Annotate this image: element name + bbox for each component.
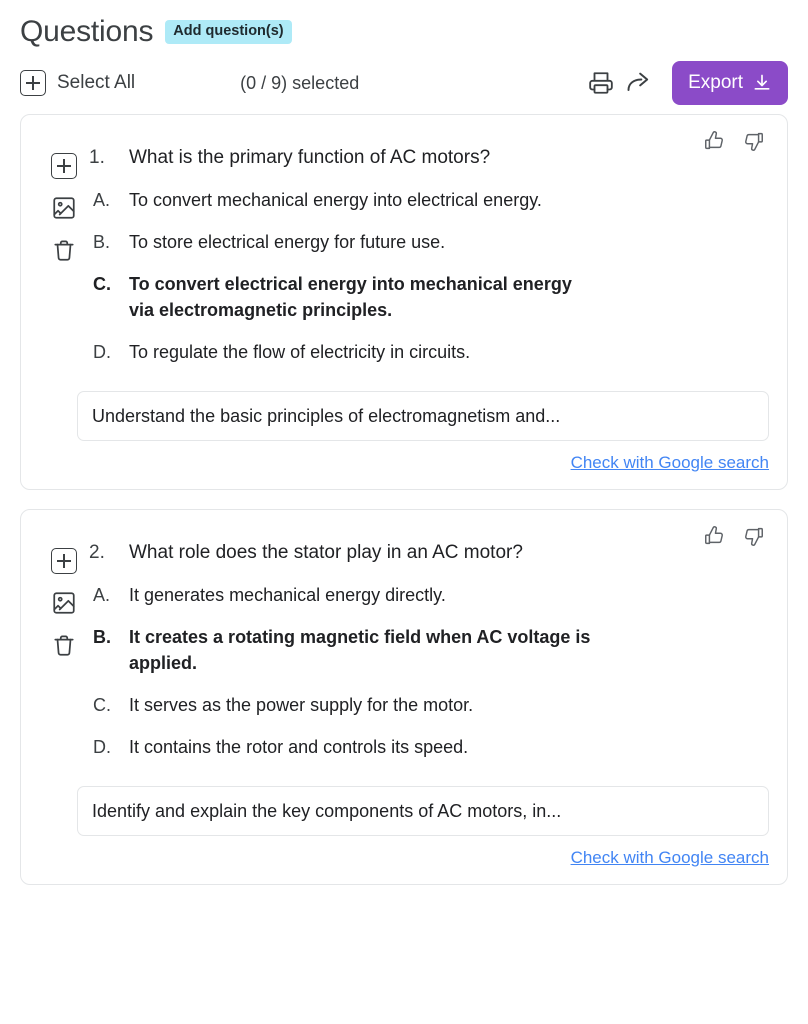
add-question-button[interactable] (51, 153, 77, 179)
option-text: It creates a rotating magnetic field whe… (129, 627, 591, 673)
card-content: 1. What is the primary function of AC mo… (39, 129, 769, 365)
option-letter: B. (93, 232, 111, 252)
thumbs-down-icon (745, 527, 763, 546)
page-header: Questions Add question(s) (0, 0, 808, 50)
option-row[interactable]: D. To regulate the flow of electricity i… (89, 339, 765, 365)
print-button[interactable] (584, 66, 618, 100)
thumbs-up-icon (705, 526, 723, 545)
option-row[interactable]: D. It contains the rotor and controls it… (89, 734, 765, 760)
plus-box-icon (51, 153, 77, 179)
question-body: 2. What role does the stator play in an … (89, 524, 769, 760)
option-row[interactable]: C. It serves as the power supply for the… (89, 692, 765, 718)
image-icon (53, 197, 75, 219)
question-line: 2. What role does the stator play in an … (89, 540, 765, 566)
check-with-google-link[interactable]: Check with Google search (571, 453, 769, 473)
option-text: To convert mechanical energy into electr… (129, 190, 542, 210)
plus-box-icon (51, 548, 77, 574)
question-card: 1. What is the primary function of AC mo… (20, 114, 788, 490)
thumbs-up-icon (705, 131, 723, 150)
option-text: To regulate the flow of electricity in c… (129, 342, 471, 362)
thumbs-up-button[interactable] (703, 525, 725, 547)
page-title: Questions (20, 15, 154, 48)
google-search-row: Check with Google search (39, 453, 769, 473)
card-side-actions (39, 524, 89, 760)
option-row-correct[interactable]: C. To convert electrical energy into mec… (89, 271, 765, 323)
add-image-button[interactable] (51, 590, 77, 616)
option-text: To convert electrical energy into mechan… (129, 274, 572, 320)
option-text: To store electrical energy for future us… (129, 232, 446, 252)
option-letter: C. (93, 274, 111, 294)
questions-list: 1. What is the primary function of AC mo… (0, 106, 808, 885)
google-search-row: Check with Google search (39, 848, 769, 868)
add-questions-badge[interactable]: Add question(s) (165, 20, 292, 44)
print-icon (589, 72, 613, 94)
add-image-button[interactable] (51, 195, 77, 221)
option-letter: D. (93, 342, 111, 362)
trash-icon (54, 635, 74, 656)
feedback-controls (703, 130, 765, 152)
option-row[interactable]: A. To convert mechanical energy into ele… (89, 187, 765, 213)
feedback-controls (703, 525, 765, 547)
option-text: It serves as the power supply for the mo… (129, 695, 474, 715)
option-row[interactable]: A. It generates mechanical energy direct… (89, 582, 765, 608)
delete-question-button[interactable] (51, 632, 77, 658)
option-text: It contains the rotor and controls its s… (129, 737, 469, 757)
question-number: 1. (89, 147, 105, 168)
export-label: Export (688, 72, 743, 93)
question-line: 1. What is the primary function of AC mo… (89, 145, 765, 171)
share-arrow-icon (627, 72, 649, 91)
question-text: What role does the stator play in an AC … (129, 542, 523, 563)
thumbs-down-icon (745, 132, 763, 151)
delete-question-button[interactable] (51, 237, 77, 263)
trash-icon (54, 240, 74, 261)
questions-toolbar: Select All (0 / 9) selected Export (0, 50, 808, 106)
question-hint[interactable]: Identify and explain the key components … (77, 786, 769, 836)
select-all-control[interactable]: Select All (20, 70, 135, 96)
thumbs-up-button[interactable] (703, 130, 725, 152)
question-body: 1. What is the primary function of AC mo… (89, 129, 769, 365)
download-icon (754, 74, 770, 90)
option-text: It generates mechanical energy directly. (129, 585, 446, 605)
select-all-label: Select All (57, 72, 136, 93)
option-row[interactable]: B. To store electrical energy for future… (89, 229, 765, 255)
question-hint[interactable]: Understand the basic principles of elect… (77, 391, 769, 441)
selected-count: (0 / 9) selected (240, 73, 360, 93)
option-row-correct[interactable]: B. It creates a rotating magnetic field … (89, 624, 765, 676)
question-text: What is the primary function of AC motor… (129, 147, 491, 168)
option-letter: A. (93, 190, 111, 210)
card-side-actions (39, 129, 89, 365)
option-letter: D. (93, 737, 111, 757)
option-letter: C. (93, 695, 111, 715)
plus-box-icon (20, 70, 46, 96)
questions-page: Questions Add question(s) Select All (0 … (0, 0, 808, 1024)
option-letter: A. (93, 585, 111, 605)
export-button[interactable]: Export (672, 61, 788, 105)
question-number: 2. (89, 542, 105, 563)
option-letter: B. (93, 627, 111, 647)
image-icon (53, 592, 75, 614)
check-with-google-link[interactable]: Check with Google search (571, 848, 769, 868)
add-question-button[interactable] (51, 548, 77, 574)
thumbs-down-button[interactable] (743, 525, 765, 547)
thumbs-down-button[interactable] (743, 130, 765, 152)
question-card: 2. What role does the stator play in an … (20, 509, 788, 885)
share-button[interactable] (622, 66, 656, 100)
card-content: 2. What role does the stator play in an … (39, 524, 769, 760)
